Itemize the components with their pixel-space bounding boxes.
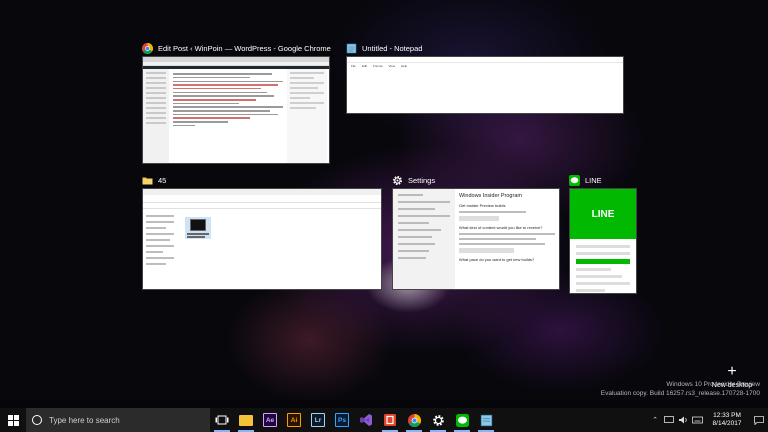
taskbar-app-lightroom[interactable]: Lr [306, 408, 330, 432]
folder-icon [142, 175, 153, 186]
menu-format: Format [373, 63, 383, 68]
taskbar-app-notepad[interactable] [474, 408, 498, 432]
window-thumbnail [142, 56, 330, 164]
gear-icon [432, 414, 444, 426]
photoshop-icon: Ps [335, 413, 349, 427]
task-view-window-chrome[interactable]: Edit Post ‹ WinPoin — WordPress - Google… [141, 40, 331, 164]
notepad-icon [480, 414, 492, 426]
office-icon [384, 414, 396, 426]
window-title: Settings [408, 175, 436, 185]
settings-subheading: What kind of content would you like to r… [459, 225, 543, 230]
window-thumbnail: Windows Insider Program Get Insider Prev… [392, 188, 560, 290]
system-tray: ⌃ 12:33 PM 8/14/2017 [648, 408, 768, 432]
clock-date: 8/14/2017 [712, 420, 742, 427]
line-icon [569, 174, 580, 186]
line-logo: LINE [591, 208, 615, 220]
window-title-bar: Settings [392, 172, 435, 188]
taskbar-app-after-effects[interactable]: Ae [258, 408, 282, 432]
windows-logo-icon [7, 414, 19, 426]
lightroom-icon: Lr [311, 413, 325, 427]
task-view-window-notepad[interactable]: Untitled - Notepad File Edit Format View… [346, 40, 624, 114]
illustrator-icon: Ai [287, 413, 301, 427]
task-view-window-line[interactable]: LINE LINE [569, 172, 637, 294]
menu-file: File [351, 63, 356, 68]
volume-icon[interactable] [676, 408, 690, 432]
task-view-icon [215, 415, 229, 425]
notepad-icon [346, 43, 357, 54]
watermark-line-1: Windows 10 Pro Insider Preview [666, 381, 760, 388]
taskbar-app-file-explorer[interactable] [234, 408, 258, 432]
window-title-bar: Untitled - Notepad [346, 40, 422, 56]
window-thumbnail [142, 188, 382, 290]
taskbar: Type here to search Ae Ai Lr Ps ⌃ 12:33 … [0, 408, 768, 432]
file-item [185, 217, 211, 239]
window-title: Edit Post ‹ WinPoin — WordPress - Google… [158, 43, 331, 53]
menu-help: Help [400, 63, 408, 68]
window-title: Untitled - Notepad [362, 43, 423, 53]
after-effects-icon: Ae [263, 413, 277, 427]
search-box[interactable]: Type here to search [26, 408, 210, 432]
window-title-bar: LINE [569, 172, 602, 188]
keyboard-icon[interactable] [690, 408, 704, 432]
chevron-up-icon[interactable]: ⌃ [648, 408, 662, 432]
evaluation-watermark: Windows 10 Pro Insider Preview Evaluatio… [601, 381, 760, 398]
start-button[interactable] [0, 408, 26, 432]
search-placeholder: Type here to search [49, 415, 120, 425]
settings-subheading: What pace do you want to get new builds? [459, 257, 535, 262]
plus-icon: + [727, 363, 737, 380]
menu-edit: Edit [361, 63, 368, 68]
window-thumbnail: LINE [569, 188, 637, 294]
taskbar-app-settings[interactable] [426, 408, 450, 432]
menu-view: View [388, 63, 395, 68]
task-view-window-explorer[interactable]: 45 [142, 172, 382, 290]
window-title: LINE [585, 175, 602, 185]
action-center-icon[interactable] [750, 408, 768, 432]
cortana-icon [32, 415, 42, 425]
task-view-window-settings[interactable]: Settings Windows Insider Program Get Ins… [392, 172, 560, 290]
clock-time: 12:33 PM [713, 412, 741, 419]
chrome-icon [407, 413, 421, 427]
taskbar-app-illustrator[interactable]: Ai [282, 408, 306, 432]
taskbar-app-office[interactable] [378, 408, 402, 432]
folder-icon [239, 414, 253, 426]
chrome-icon [141, 42, 154, 54]
taskbar-app-visual-studio[interactable] [354, 408, 378, 432]
watermark-line-2: Evaluation copy. Build 16257.rs3_release… [600, 389, 760, 397]
task-view-button[interactable] [210, 408, 234, 432]
line-icon [455, 413, 469, 427]
window-title: 45 [158, 175, 167, 185]
visual-studio-icon [360, 414, 372, 426]
window-thumbnail: File Edit Format View Help [346, 56, 624, 114]
window-title-bar: 45 [142, 172, 166, 188]
taskbar-app-photoshop[interactable]: Ps [330, 408, 354, 432]
settings-subheading: Get Insider Preview builds [459, 203, 506, 208]
taskbar-app-line[interactable] [450, 408, 474, 432]
settings-heading: Windows Insider Program [459, 193, 522, 199]
network-icon[interactable] [662, 408, 676, 432]
clock[interactable]: 12:33 PM 8/14/2017 [704, 412, 750, 428]
window-title-bar: Edit Post ‹ WinPoin — WordPress - Google… [141, 40, 331, 56]
gear-icon [392, 175, 403, 186]
taskbar-app-chrome[interactable] [402, 408, 426, 432]
